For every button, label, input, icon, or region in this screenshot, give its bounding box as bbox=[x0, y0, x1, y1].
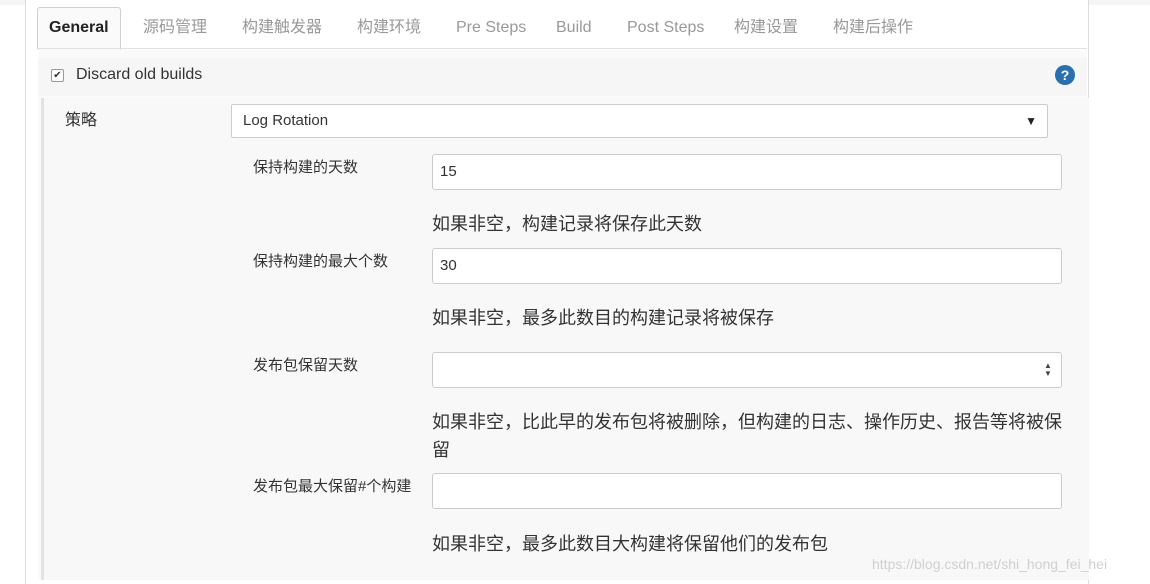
max-builds-label: 保持构建的最大个数 bbox=[253, 253, 389, 270]
artifact-days-label: 发布包保留天数 bbox=[253, 357, 359, 374]
discard-old-builds-checkbox[interactable]: ✔ bbox=[51, 69, 64, 82]
general-section: ✔ Discard old builds ? 策略 Log Rotation ▼… bbox=[38, 50, 1089, 580]
tabs-divider bbox=[37, 48, 1087, 49]
discard-old-builds-label: Discard old builds bbox=[76, 66, 203, 83]
tab-post-build-actions[interactable]: 构建后操作 bbox=[833, 7, 913, 48]
strategy-label: 策略 bbox=[65, 112, 98, 129]
number-spinner-icon[interactable]: ▲ ▼ bbox=[1043, 362, 1053, 378]
tab-source-management[interactable]: 源码管理 bbox=[143, 7, 207, 48]
artifact-days-input[interactable]: ▲ ▼ bbox=[432, 352, 1062, 388]
tab-build-settings[interactable]: 构建设置 bbox=[734, 7, 798, 48]
days-to-keep-label: 保持构建的天数 bbox=[253, 159, 359, 176]
tab-build[interactable]: Build bbox=[556, 7, 592, 48]
discard-old-builds-row: ✔ Discard old builds ? bbox=[38, 58, 1087, 96]
artifact-days-help: 如果非空，比此早的发布包将被删除，但构建的日志、操作历史、报告等将被保留 bbox=[432, 412, 1062, 460]
artifact-max-builds-label: 发布包最大保留#个构建 bbox=[253, 478, 412, 495]
config-panel: General 源码管理 构建触发器 构建环境 Pre Steps Build … bbox=[25, 0, 1089, 584]
artifact-max-builds-input[interactable] bbox=[432, 473, 1062, 509]
strategy-selected-value: Log Rotation bbox=[243, 112, 329, 129]
days-to-keep-input[interactable]: 15 bbox=[432, 154, 1062, 190]
tab-general[interactable]: General bbox=[37, 7, 121, 50]
tab-build-environment[interactable]: 构建环境 bbox=[357, 7, 421, 48]
tab-post-steps[interactable]: Post Steps bbox=[627, 7, 704, 48]
dropdown-arrow-icon: ▼ bbox=[1025, 114, 1037, 128]
max-builds-input[interactable]: 30 bbox=[432, 248, 1062, 284]
discard-settings-block: 策略 Log Rotation ▼ 保持构建的天数 15 如果非空，构建记录将保… bbox=[41, 98, 1089, 580]
max-builds-help: 如果非空，最多此数目的构建记录将被保存 bbox=[432, 308, 774, 328]
strategy-select[interactable]: Log Rotation ▼ bbox=[231, 104, 1048, 138]
question-icon[interactable]: ? bbox=[1055, 65, 1075, 85]
artifact-max-builds-help: 如果非空，最多此数目大构建将保留他们的发布包 bbox=[432, 534, 828, 554]
tab-bar: General 源码管理 构建触发器 构建环境 Pre Steps Build … bbox=[37, 7, 1087, 50]
tab-build-triggers[interactable]: 构建触发器 bbox=[242, 7, 322, 48]
days-to-keep-help: 如果非空，构建记录将保存此天数 bbox=[432, 214, 702, 234]
tab-pre-steps[interactable]: Pre Steps bbox=[456, 7, 526, 48]
watermark: https://blog.csdn.net/shi_hong_fei_hei bbox=[872, 556, 1108, 572]
